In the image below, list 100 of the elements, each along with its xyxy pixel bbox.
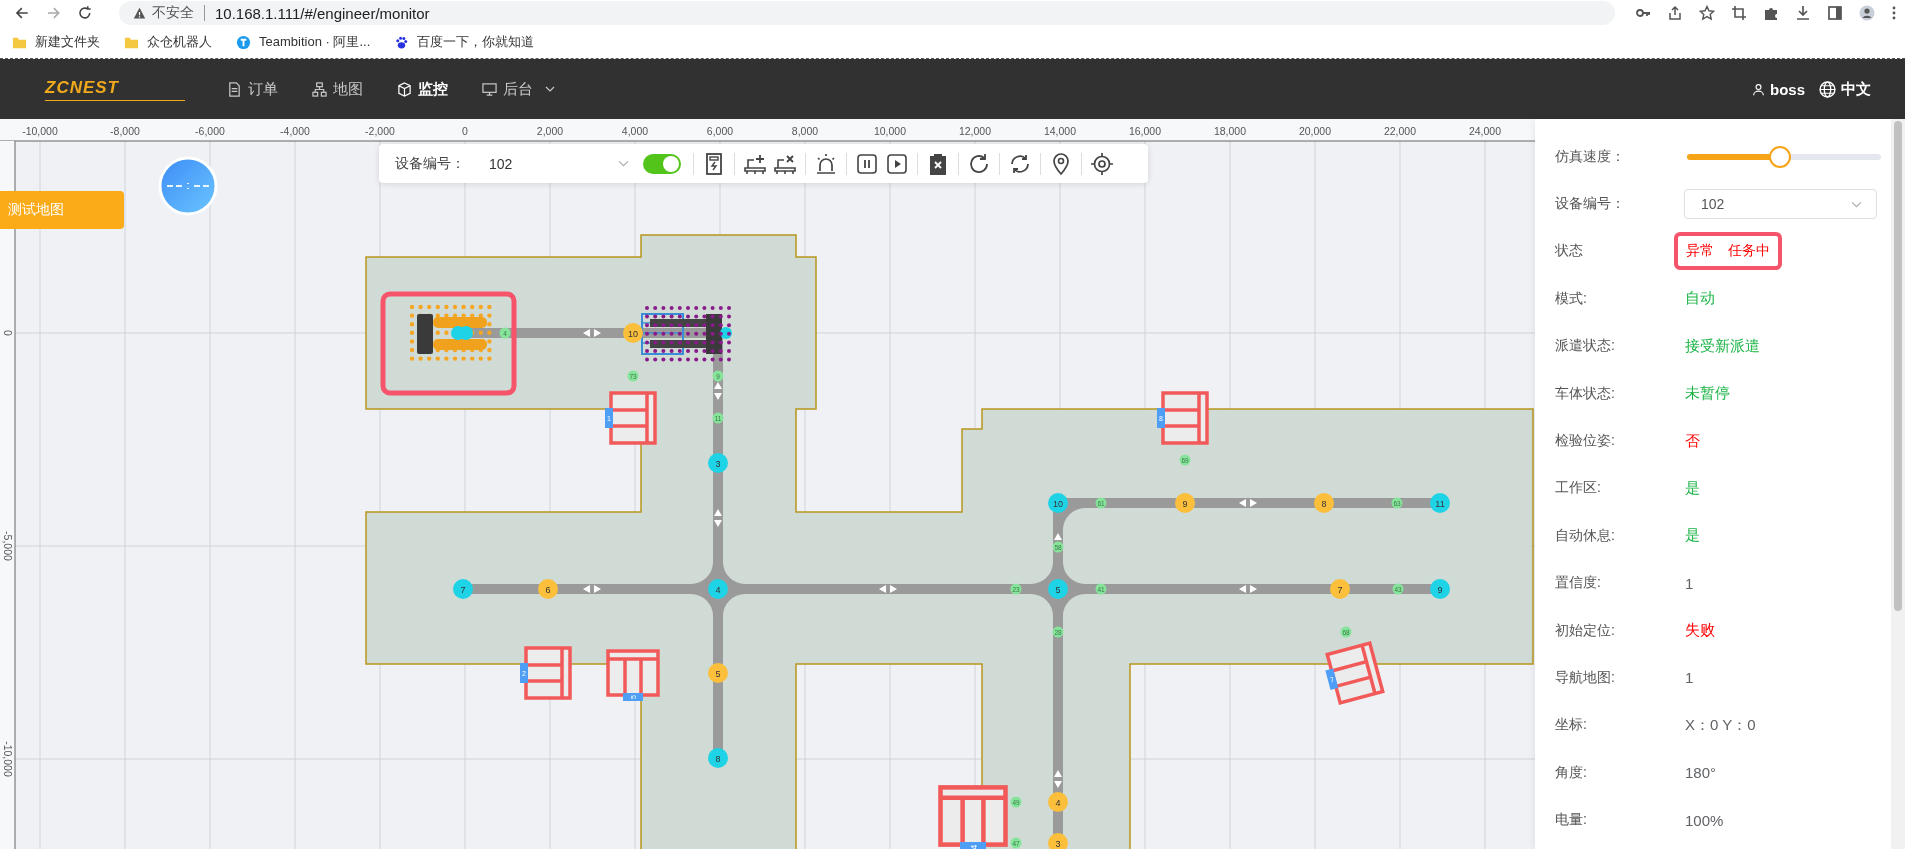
scrollbar[interactable] (1891, 119, 1905, 849)
bookmark-item[interactable]: 众仓机器人 (120, 31, 216, 53)
field-label: 电量: (1555, 811, 1588, 830)
target-icon[interactable] (1090, 151, 1114, 176)
alarm-light-icon[interactable] (814, 151, 838, 176)
ruler-label: -10,000 (22, 125, 58, 137)
field-label: 仿真速度： (1555, 147, 1626, 166)
caret-icon (618, 160, 629, 167)
menu-icon[interactable] (1891, 5, 1897, 21)
field-value: 是 (1684, 478, 1701, 498)
direction-arrow-icon (879, 585, 897, 593)
ruler-label: -10,000 (2, 741, 14, 777)
play-icon[interactable] (885, 151, 909, 176)
ruler-label: 12,000 (958, 125, 992, 137)
sitemap-icon (312, 81, 327, 97)
ruler-label: 14,000 (1043, 125, 1077, 137)
map-node[interactable]: 9 (1430, 579, 1450, 599)
field-value: 失败 (1684, 621, 1716, 641)
field-label: 角度: (1555, 763, 1588, 782)
map-node[interactable]: 3 (1048, 833, 1068, 849)
sidebar-icon[interactable] (1827, 5, 1843, 21)
field-value: 未暂停 (1684, 384, 1731, 404)
ruler-label: -5,000 (2, 531, 14, 561)
direction-arrow-icon (583, 329, 601, 337)
ruler-label: -8,000 (110, 125, 140, 137)
refresh-icon[interactable] (967, 151, 991, 176)
address-bar[interactable]: 不安全 10.168.1.111/#/engineer/monitor (118, 1, 1615, 25)
field-value: X：0 Y：0 (1684, 715, 1757, 735)
language-menu[interactable]: 中文 (1819, 79, 1871, 99)
map-node[interactable]: 7 (453, 579, 473, 599)
ruler-label: 8,000 (791, 125, 819, 137)
circle-logo-icon (236, 34, 251, 50)
security-label: 不安全 (151, 4, 194, 22)
map-node[interactable]: 4 (708, 579, 728, 599)
ruler-label: 24,000 (1468, 125, 1502, 137)
profile-icon[interactable] (1859, 5, 1875, 21)
device-select[interactable]: 102 (485, 152, 633, 175)
ruler-label: 0 (2, 330, 14, 336)
ruler-label: -4,000 (280, 125, 310, 137)
toggle-switch[interactable] (643, 153, 681, 174)
map-node[interactable]: 8 (1314, 493, 1334, 513)
logo-text[interactable]: ZCNEST (45, 77, 185, 101)
ruler-label: -6,000 (195, 125, 225, 137)
ruler-label: 10,000 (873, 125, 907, 137)
map-node[interactable]: 8 (708, 748, 728, 768)
direction-arrow-icon (714, 509, 722, 527)
map-node[interactable]: 10 (623, 323, 643, 343)
bookmark-item[interactable]: 新建文件夹 (8, 31, 104, 53)
puzzle-icon[interactable] (1763, 5, 1779, 21)
field-label: 自动休息: (1555, 526, 1616, 545)
document-icon (227, 81, 242, 97)
field-label: 检验位姿: (1555, 432, 1616, 451)
bookmark-item[interactable]: Teambition · 阿里... (232, 31, 375, 53)
reload-icon[interactable] (77, 5, 93, 21)
map-node[interactable]: 5 (708, 663, 728, 683)
pause-icon[interactable] (855, 151, 879, 176)
field-label: 设备编号： (1555, 195, 1626, 214)
direction-arrow-icon (714, 382, 722, 400)
ruler-label: 6,000 (706, 125, 734, 137)
field-label: 导航地图: (1555, 669, 1616, 687)
field-label: 车体状态: (1555, 384, 1616, 403)
compass-icon[interactable] (158, 156, 218, 216)
map-node[interactable]: 10 (1048, 493, 1068, 513)
map-node[interactable]: 5 (1048, 579, 1068, 599)
nav-tab[interactable]: 后台 (480, 75, 557, 103)
bookmark-item[interactable]: 百度一下，你就知道 (390, 31, 539, 53)
nav-tab[interactable]: 监控 (395, 75, 450, 103)
map-node[interactable]: 3 (708, 453, 728, 473)
field-label: 派遣状态: (1555, 337, 1616, 356)
map-node[interactable]: 6 (538, 579, 558, 599)
shelf-drawing: 4 (938, 785, 1008, 849)
map-node[interactable]: 7 (1330, 579, 1350, 599)
share-icon[interactable] (1667, 5, 1683, 21)
caret-icon (1851, 200, 1862, 208)
map-node[interactable]: 11 (1430, 493, 1450, 513)
device-label: 设备编号： (395, 154, 466, 173)
crop-icon[interactable] (1731, 5, 1747, 21)
field-value: 180° (1684, 764, 1718, 782)
nav-tab[interactable]: 地图 (310, 75, 365, 103)
field-value: 1 (1684, 669, 1695, 687)
url-text: 10.168.1.111/#/engineer/monitor (214, 4, 430, 22)
nav-tab[interactable]: 订单 (225, 75, 280, 103)
slider-handle[interactable] (1768, 145, 1791, 168)
field-label: 模式: (1555, 289, 1588, 308)
device-select[interactable]: 102 (1684, 189, 1877, 220)
status-value: 任务中 (1728, 242, 1770, 261)
back-icon[interactable] (14, 5, 30, 21)
ruler-label: -2,000 (365, 125, 395, 137)
ruler-label: 18,000 (1213, 125, 1247, 137)
star-icon[interactable] (1699, 5, 1715, 21)
field-label: 工作区: (1555, 479, 1602, 498)
direction-arrow-icon (583, 585, 601, 593)
user-menu[interactable]: boss (1752, 79, 1805, 99)
direction-arrow-icon (1239, 499, 1257, 507)
map-node[interactable]: 9 (1175, 493, 1195, 513)
map-node[interactable]: 4 (1048, 792, 1068, 812)
cube-icon (397, 81, 412, 97)
download-icon[interactable] (1795, 5, 1811, 21)
field-value: 是 (1684, 526, 1701, 546)
field-value: 否 (1684, 431, 1701, 451)
